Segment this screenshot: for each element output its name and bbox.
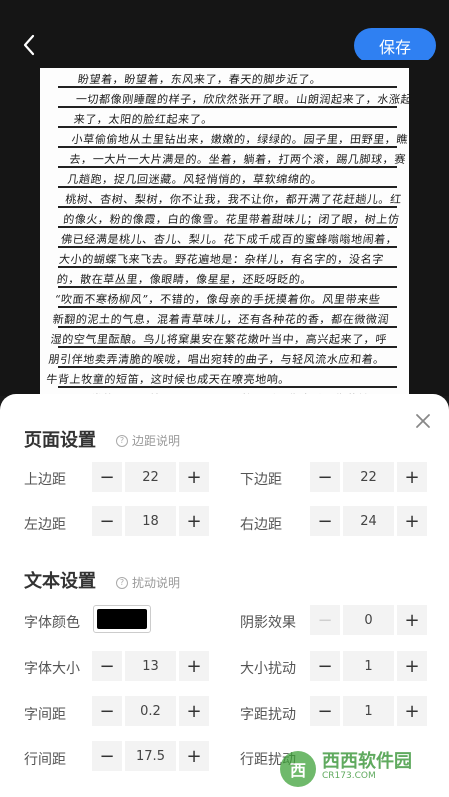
back-button[interactable] [14,28,44,62]
right-margin-label: 右边距 [240,517,282,533]
increment-button[interactable]: + [397,506,427,536]
text-paragraph: 小草偷偷地从土里钻出来，嫩嫩的，绿绿的。园子里，田野里，瞧去，一大片一大片满是的… [66,133,409,186]
top-margin-value[interactable]: 22 [125,462,176,492]
size-jitter-stepper: − 1 + [310,651,427,681]
letter-spacing-label: 字间距 [24,707,66,723]
spacing-jitter-stepper: − 1 + [310,696,427,726]
font-color-swatch[interactable] [93,605,151,633]
text-settings-title: 文本设置 [24,571,96,592]
page-settings-title: 页面设置 [24,430,96,451]
question-icon: ? [116,576,128,589]
right-margin-value[interactable]: 24 [343,506,394,536]
shadow-value[interactable]: 0 [343,605,394,635]
settings-sheet: 页面设置 ? 边距说明 上边距 − 22 + 下边距 − 22 + 左边距 − … [0,394,449,797]
decrement-button[interactable]: − [92,506,122,536]
watermark-text: 西西软件园 CR173.COM [322,751,412,783]
increment-button[interactable]: + [179,741,209,771]
text-paragraph: 桃树、杏树、梨树，你不让我，我不让你，都开满了花赶趟儿。红的像火，粉的像霞，白的… [56,193,403,286]
preview-area: 盼望着，盼望着，东风来了，春天的脚步近了。 一切都像刚睡醒的样子，欣欣然张开了眼… [0,60,449,408]
margin-help-link[interactable]: ? 边距说明 [116,432,180,449]
close-button[interactable] [410,408,436,434]
left-margin-stepper: − 18 + [92,506,209,536]
decrement-button[interactable]: − [92,462,122,492]
increment-button[interactable]: + [179,696,209,726]
question-icon: ? [116,434,128,447]
spacing-jitter-label: 字距扰动 [240,707,296,723]
bottom-margin-label: 下边距 [240,472,282,488]
font-color-fill [97,609,147,629]
decrement-button[interactable]: − [92,741,122,771]
decrement-button[interactable]: − [310,696,340,726]
left-margin-value[interactable]: 18 [125,506,176,536]
spacing-jitter-value[interactable]: 1 [343,696,394,726]
font-size-stepper: − 13 + [92,651,209,681]
letter-spacing-value[interactable]: 0.2 [125,696,176,726]
top-bar: 保存 [0,0,449,63]
top-margin-stepper: − 22 + [92,462,209,492]
watermark-sub-text: CR173.COM [322,771,376,781]
margin-help-label: 边距说明 [132,434,181,448]
watermark-main-text: 西西软件园 [322,751,412,772]
handwriting-text: 盼望着，盼望着，东风来了，春天的脚步近了。 一切都像刚睡醒的样子，欣欣然张开了眼… [41,70,409,408]
save-button[interactable]: 保存 [354,28,436,63]
increment-button[interactable]: + [397,462,427,492]
chevron-left-icon [23,34,35,56]
text-paragraph: “吹面不寒杨柳风”，不错的，像母亲的手抚摸着你。风里带来些新翻的泥土的气息，混着… [45,293,390,386]
increment-button[interactable]: + [179,462,209,492]
jitter-help-label: 扰动说明 [132,576,181,590]
watermark-logo-badge: 西 [280,751,316,787]
top-margin-label: 上边距 [24,472,66,488]
line-spacing-label: 行间距 [24,752,66,768]
close-icon [416,414,430,428]
decrement-button[interactable]: − [310,651,340,681]
shadow-label: 阴影效果 [240,615,296,631]
font-size-label: 字体大小 [24,661,80,677]
line-spacing-value[interactable]: 17.5 [125,741,176,771]
line-spacing-stepper: − 17.5 + [92,741,209,771]
decrement-button[interactable]: − [310,506,340,536]
handwriting-paper[interactable]: 盼望着，盼望着，东风来了，春天的脚步近了。 一切都像刚睡醒的样子，欣欣然张开了眼… [40,68,409,408]
increment-button[interactable]: + [179,506,209,536]
increment-button[interactable]: + [397,696,427,726]
letter-spacing-stepper: − 0.2 + [92,696,209,726]
increment-button[interactable]: + [397,651,427,681]
bottom-margin-value[interactable]: 22 [343,462,394,492]
text-paragraph: 盼望着，盼望着，东风来了，春天的脚步近了。 [77,73,323,86]
font-color-label: 字体颜色 [24,615,80,631]
font-size-value[interactable]: 13 [125,651,176,681]
increment-button[interactable]: + [397,605,427,635]
site-watermark: 西 西西软件园 CR173.COM [280,750,445,788]
decrement-button[interactable]: − [310,462,340,492]
decrement-button[interactable]: − [92,696,122,726]
right-margin-stepper: − 24 + [310,506,427,536]
jitter-help-link[interactable]: ? 扰动说明 [116,574,180,591]
size-jitter-label: 大小扰动 [240,661,296,677]
decrement-button[interactable]: − [310,605,340,635]
shadow-stepper: − 0 + [310,605,427,635]
left-margin-label: 左边距 [24,517,66,533]
bottom-margin-stepper: − 22 + [310,462,427,492]
decrement-button[interactable]: − [92,651,122,681]
increment-button[interactable]: + [179,651,209,681]
size-jitter-value[interactable]: 1 [343,651,394,681]
text-paragraph: 一切都像刚睡醒的样子，欣欣然张开了眼。山朗润起来了，水涨起来了，太阳的脸红起来了… [73,93,409,126]
